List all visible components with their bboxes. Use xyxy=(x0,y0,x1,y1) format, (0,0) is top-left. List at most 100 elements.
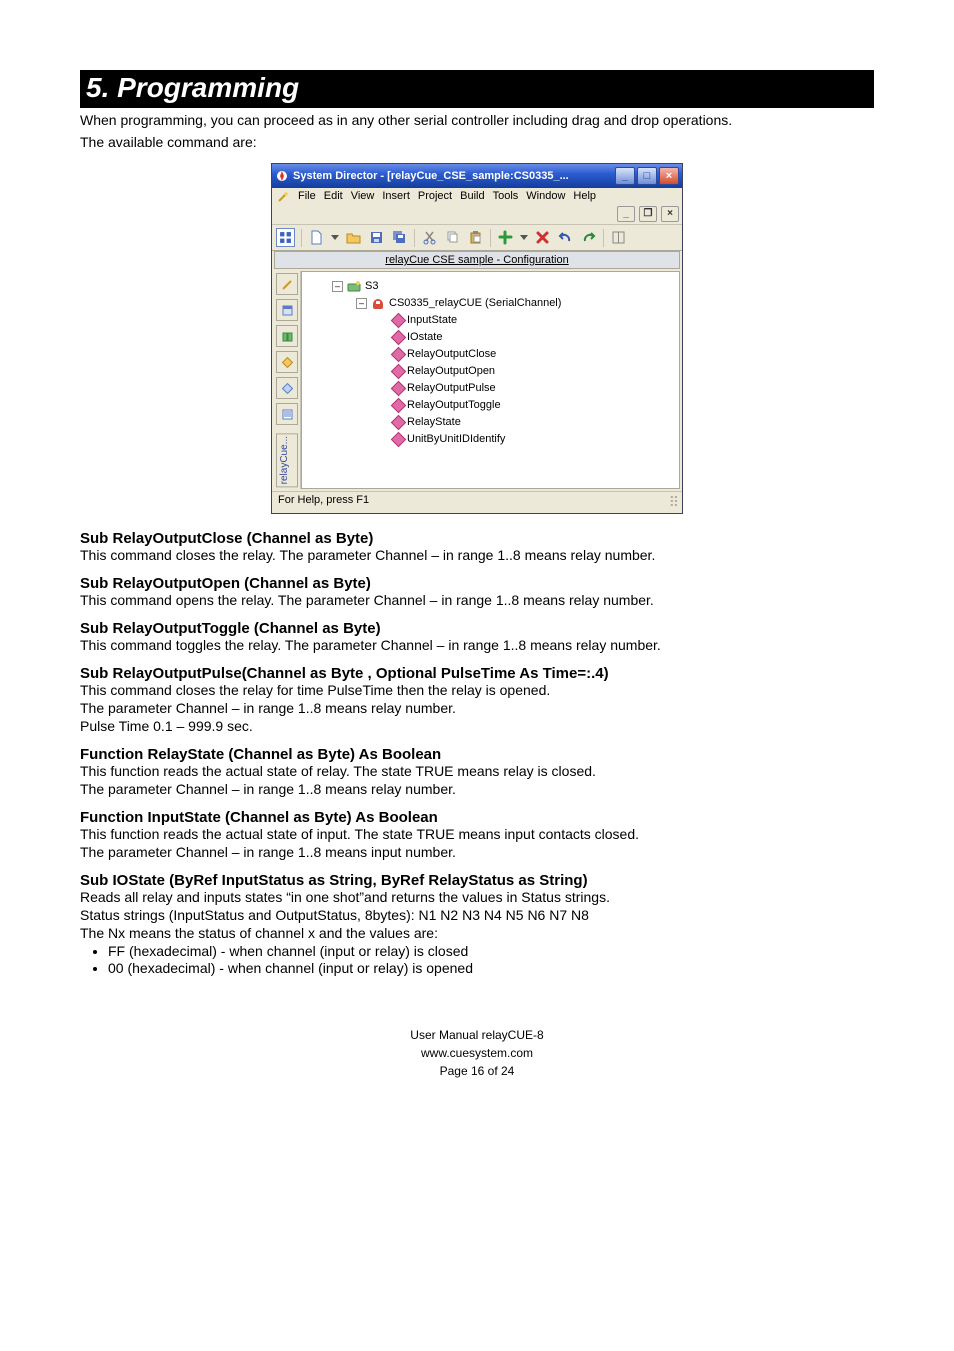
new-file-icon[interactable] xyxy=(308,229,325,246)
command-heading: Function RelayState (Channel as Byte) As… xyxy=(80,746,874,763)
menu-file[interactable]: File xyxy=(298,190,316,204)
intro-paragraph-2: The available command are: xyxy=(80,134,874,152)
delete-icon[interactable] xyxy=(534,229,551,246)
tree-item[interactable]: UnitByUnitIDIdentify xyxy=(306,431,675,448)
method-icon xyxy=(392,399,405,412)
sidetab-wizard-icon[interactable] xyxy=(276,273,298,295)
document-tab-header[interactable]: relayCue CSE sample - Configuration xyxy=(274,251,680,269)
menubar: File Edit View Insert Project Build Tool… xyxy=(272,188,682,206)
tree-root-label: S3 xyxy=(365,278,378,295)
command-description: This command toggles the relay. The para… xyxy=(80,637,874,653)
collapse-icon[interactable]: – xyxy=(332,281,343,292)
toolbar-separator xyxy=(301,229,302,247)
footer-page: Page 16 of 24 xyxy=(80,1062,874,1080)
mdi-minimize-button[interactable]: _ xyxy=(617,206,635,222)
command-description: This function reads the actual state of … xyxy=(80,763,874,779)
toolbar-separator xyxy=(490,229,491,247)
footer-url: www.cuesystem.com xyxy=(80,1044,874,1062)
window-title: System Director - [relayCue_CSE_sample:C… xyxy=(293,170,613,182)
configuration-tree[interactable]: – S3 – CS0335_relayCUE (SerialChannel) I… xyxy=(301,271,680,489)
method-icon xyxy=(392,314,405,327)
tree-item[interactable]: RelayOutputClose xyxy=(306,346,675,363)
side-toolbox: relayCue... xyxy=(274,271,301,489)
side-label[interactable]: relayCue... xyxy=(276,433,298,487)
redo-icon[interactable] xyxy=(580,229,597,246)
tree-channel-label: CS0335_relayCUE (SerialChannel) xyxy=(389,295,561,312)
tree-item-label: RelayOutputToggle xyxy=(407,397,501,414)
sidetab-book-icon[interactable] xyxy=(276,325,298,347)
statusbar: For Help, press F1 ⠿ xyxy=(272,491,682,513)
tree-item-label: RelayState xyxy=(407,414,461,431)
command-description: This function reads the actual state of … xyxy=(80,826,874,842)
command-description: This command opens the relay. The parame… xyxy=(80,592,874,608)
split-icon[interactable] xyxy=(610,229,627,246)
tree-root[interactable]: – S3 xyxy=(306,278,675,295)
resize-grip-icon[interactable]: ⠿ xyxy=(669,494,676,511)
menu-help[interactable]: Help xyxy=(573,190,596,204)
tree-item-label: UnitByUnitIDIdentify xyxy=(407,431,505,448)
command-heading: Sub RelayOutputPulse(Channel as Byte , O… xyxy=(80,665,874,682)
method-icon xyxy=(392,382,405,395)
save-all-icon[interactable] xyxy=(391,229,408,246)
grid-icon[interactable] xyxy=(276,228,295,247)
mdi-restore-button[interactable]: ❐ xyxy=(639,206,657,222)
titlebar[interactable]: System Director - [relayCue_CSE_sample:C… xyxy=(272,164,682,188)
menu-tools[interactable]: Tools xyxy=(493,190,519,204)
command-description: Status strings (InputStatus and OutputSt… xyxy=(80,907,874,923)
tree-item[interactable]: RelayOutputToggle xyxy=(306,397,675,414)
mdi-close-button[interactable]: × xyxy=(661,206,679,222)
save-icon[interactable] xyxy=(368,229,385,246)
command-heading: Function InputState (Channel as Byte) As… xyxy=(80,809,874,826)
tree-item[interactable]: RelayOutputPulse xyxy=(306,380,675,397)
cut-icon[interactable] xyxy=(421,229,438,246)
sidetab-window-icon[interactable] xyxy=(276,299,298,321)
command-heading: Sub RelayOutputOpen (Channel as Byte) xyxy=(80,575,874,592)
undo-icon[interactable] xyxy=(557,229,574,246)
add-icon[interactable] xyxy=(497,229,514,246)
mdi-window-buttons: _ ❐ × xyxy=(272,206,682,224)
sidetab-diamond-icon[interactable] xyxy=(276,377,298,399)
page-footer: User Manual relayCUE-8 www.cuesystem.com… xyxy=(80,1026,874,1080)
sidetab-component-icon[interactable] xyxy=(276,351,298,373)
sidetab-list-icon[interactable] xyxy=(276,403,298,425)
method-icon xyxy=(392,434,405,447)
paste-icon[interactable] xyxy=(467,229,484,246)
footer-manual: User Manual relayCUE-8 xyxy=(80,1026,874,1044)
menu-edit[interactable]: Edit xyxy=(324,190,343,204)
command-description: The parameter Channel – in range 1..8 me… xyxy=(80,700,874,716)
command-description: The parameter Channel – in range 1..8 me… xyxy=(80,844,874,860)
copy-icon[interactable] xyxy=(444,229,461,246)
menu-insert[interactable]: Insert xyxy=(382,190,410,204)
tree-item[interactable]: InputState xyxy=(306,312,675,329)
tree-channel[interactable]: – CS0335_relayCUE (SerialChannel) xyxy=(306,295,675,312)
command-description: This command closes the relay. The param… xyxy=(80,547,874,563)
method-icon xyxy=(392,365,405,378)
method-icon xyxy=(392,348,405,361)
app-icon xyxy=(275,169,289,183)
command-description: The Nx means the status of channel x and… xyxy=(80,925,874,941)
tree-item[interactable]: IOstate xyxy=(306,329,675,346)
app-screenshot: System Director - [relayCue_CSE_sample:C… xyxy=(80,163,874,514)
toolbar-separator xyxy=(414,229,415,247)
menu-window[interactable]: Window xyxy=(526,190,565,204)
menu-build[interactable]: Build xyxy=(460,190,484,204)
list-item: FF (hexadecimal) - when channel (input o… xyxy=(108,943,874,959)
maximize-button[interactable]: □ xyxy=(637,167,657,185)
menu-view[interactable]: View xyxy=(351,190,375,204)
close-button[interactable]: × xyxy=(659,167,679,185)
menu-project[interactable]: Project xyxy=(418,190,452,204)
new-dropdown-icon[interactable] xyxy=(331,235,339,240)
tree-item[interactable]: RelayOutputOpen xyxy=(306,363,675,380)
add-dropdown-icon[interactable] xyxy=(520,235,528,240)
command-description: Pulse Time 0.1 – 999.9 sec. xyxy=(80,718,874,734)
open-icon[interactable] xyxy=(345,229,362,246)
method-icon xyxy=(392,417,405,430)
intro-paragraph-1: When programming, you can proceed as in … xyxy=(80,112,874,130)
collapse-icon[interactable]: – xyxy=(356,298,367,309)
tree-item[interactable]: RelayState xyxy=(306,414,675,431)
minimize-button[interactable]: _ xyxy=(615,167,635,185)
status-text: For Help, press F1 xyxy=(278,494,369,511)
tree-item-label: InputState xyxy=(407,312,457,329)
tree-item-label: RelayOutputClose xyxy=(407,346,496,363)
command-description: Reads all relay and inputs states “in on… xyxy=(80,889,874,905)
